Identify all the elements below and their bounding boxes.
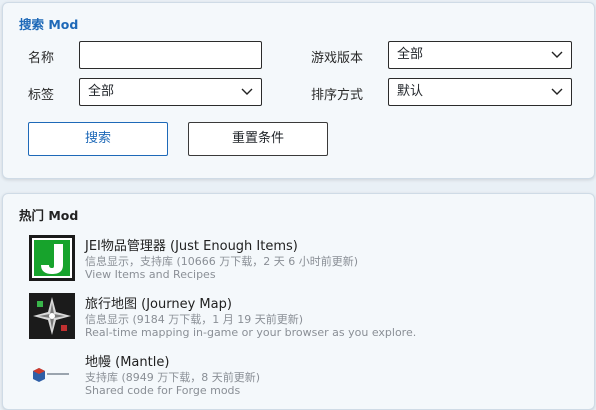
mod-title: JEI物品管理器 (Just Enough Items) xyxy=(85,239,298,254)
mod-list-item[interactable]: JEI物品管理器 (Just Enough Items) 信息显示，支持库 (1… xyxy=(29,235,589,287)
tag-label: 标签 xyxy=(28,88,55,103)
tag-select[interactable]: 全部 xyxy=(79,78,262,106)
game-version-select[interactable]: 全部 xyxy=(388,41,572,69)
chevron-down-icon xyxy=(241,88,253,95)
sort-value: 默认 xyxy=(397,84,424,99)
mod-meta: 支持库 (8949 万下载，8 天前更新) xyxy=(85,371,261,384)
mod-description: Real-time mapping in-game or your browse… xyxy=(85,326,417,339)
mod-title: 旅行地图 (Journey Map) xyxy=(85,297,232,312)
journeymap-icon xyxy=(29,293,75,339)
game-version-value: 全部 xyxy=(397,47,424,62)
chevron-down-icon xyxy=(551,51,563,58)
mod-description: View Items and Recipes xyxy=(85,268,216,281)
reset-button[interactable]: 重置条件 xyxy=(188,122,328,156)
mod-list-item[interactable]: 地幔 (Mantle) 支持库 (8949 万下载，8 天前更新) Shared… xyxy=(29,351,589,403)
mod-title: 地幔 (Mantle) xyxy=(85,355,170,370)
name-input[interactable] xyxy=(79,41,262,69)
mod-list-item[interactable]: 旅行地图 (Journey Map) 信息显示 (9184 万下载，1 月 19… xyxy=(29,293,589,345)
sort-select[interactable]: 默认 xyxy=(388,78,572,106)
chevron-down-icon xyxy=(551,88,563,95)
search-panel-title: 搜索 Mod xyxy=(19,17,79,32)
search-mod-panel: 搜索 Mod 名称 游戏版本 全部 标签 全部 排序方式 默认 搜索 重置条件 xyxy=(2,2,595,179)
hot-mods-title: 热门 Mod xyxy=(19,208,79,223)
hot-mods-panel: 热门 Mod JEI物品管理器 (Just Enough Items) 信息显示… xyxy=(2,193,595,410)
jei-icon xyxy=(29,235,75,281)
mantle-icon xyxy=(29,351,75,397)
mod-description: Shared code for Forge mods xyxy=(85,384,241,397)
mod-meta: 信息显示，支持库 (10666 万下载，2 天 6 小时前更新) xyxy=(85,255,359,268)
search-button[interactable]: 搜索 xyxy=(28,122,168,156)
tag-value: 全部 xyxy=(88,84,115,99)
game-version-label: 游戏版本 xyxy=(311,51,364,66)
mod-meta: 信息显示 (9184 万下载，1 月 19 天前更新) xyxy=(85,313,304,326)
sort-label: 排序方式 xyxy=(311,88,364,103)
name-label: 名称 xyxy=(28,51,55,66)
